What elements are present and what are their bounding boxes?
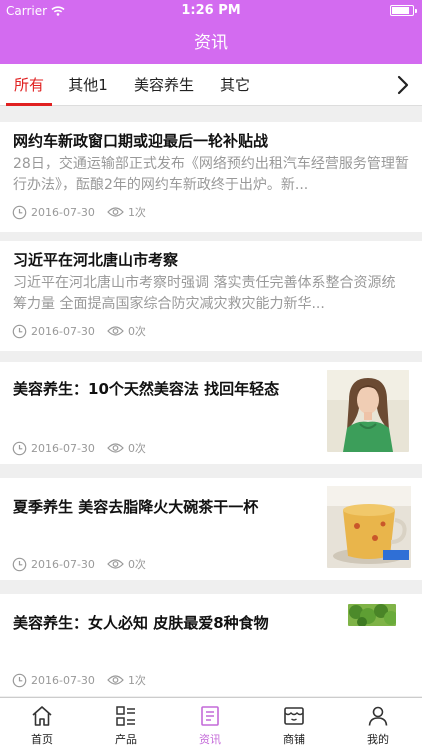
tabbar-label: 商铺 bbox=[283, 733, 305, 746]
store-icon bbox=[284, 707, 304, 725]
category-tabs: 所有 其他1 美容养生 其它 bbox=[0, 64, 422, 106]
tab-other1[interactable]: 其他1 bbox=[68, 64, 108, 106]
clock-icon bbox=[12, 673, 27, 687]
nav-bar: 资讯 bbox=[0, 22, 422, 64]
eye-icon bbox=[107, 559, 124, 569]
article-views: 1次 bbox=[127, 206, 146, 219]
article-views: 0次 bbox=[127, 442, 146, 455]
home-icon bbox=[32, 706, 52, 726]
eye-icon bbox=[107, 443, 124, 453]
status-time: 1:26 PM bbox=[181, 3, 241, 18]
article-date: 2016-07-30 bbox=[31, 324, 95, 338]
article-meta: 2016-07-30 0次 bbox=[12, 556, 146, 572]
article-title: 夏季养生 美容去脂降火大碗茶干一杯 bbox=[13, 498, 259, 516]
article-meta: 2016-07-30 1次 bbox=[12, 672, 146, 688]
article-views: 0次 bbox=[127, 558, 146, 571]
article-views: 1次 bbox=[127, 674, 146, 687]
article-date: 2016-07-30 bbox=[31, 557, 95, 571]
article-title: 美容养生：女人必知 皮肤最爱8种食物 bbox=[13, 614, 269, 632]
user-icon bbox=[368, 706, 388, 726]
clock-icon bbox=[12, 324, 27, 338]
article-date: 2016-07-30 bbox=[31, 673, 95, 687]
glass-of-tea-photo bbox=[327, 486, 411, 568]
tabbar-item-profile[interactable]: 我的 bbox=[336, 698, 420, 750]
article-title: 美容养生：10个天然美容法 找回年轻态 bbox=[13, 380, 280, 398]
page-title: 资讯 bbox=[194, 33, 228, 53]
bottom-tab-bar: 首页 产品 资讯 商铺 我的 bbox=[0, 697, 422, 750]
battery-level bbox=[392, 7, 409, 14]
woman-portrait-photo bbox=[327, 370, 409, 452]
battery-icon bbox=[390, 5, 417, 16]
article-meta: 2016-07-30 1次 bbox=[12, 204, 146, 220]
chevron-right-icon[interactable] bbox=[390, 72, 416, 98]
article-card[interactable]: 夏季养生 美容去脂降火大碗茶干一杯 2016-07-30 0次 bbox=[0, 478, 422, 580]
article-thumbnail bbox=[327, 370, 409, 452]
tab-label: 美容养生 bbox=[133, 76, 194, 94]
broccoli-photo bbox=[348, 604, 396, 626]
grid-list-icon bbox=[116, 706, 135, 726]
document-icon bbox=[201, 706, 219, 726]
tab-label: 所有 bbox=[14, 76, 45, 94]
article-card[interactable]: 网约车新政窗口期或迎最后一轮补贴战 28日，交通运输部正式发布《网络预约出租汽车… bbox=[0, 122, 422, 232]
tab-all[interactable]: 所有 bbox=[6, 64, 52, 106]
clock-icon bbox=[12, 205, 27, 219]
tabbar-label: 首页 bbox=[31, 733, 53, 746]
article-title: 网约车新政窗口期或迎最后一轮补贴战 bbox=[13, 132, 269, 150]
tabbar-item-news[interactable]: 资讯 bbox=[168, 698, 252, 750]
article-meta: 2016-07-30 0次 bbox=[12, 440, 146, 456]
tab-others[interactable]: 其它 bbox=[219, 64, 251, 106]
article-title: 习近平在河北唐山市考察 bbox=[13, 251, 179, 269]
article-card[interactable]: 习近平在河北唐山市考察 习近平在河北唐山市考察时强调 落实责任完善体系整合资源统… bbox=[0, 241, 422, 351]
article-summary: 习近平在河北唐山市考察时强调 落实责任完善体系整合资源统筹力量 全面提高国家综合… bbox=[13, 275, 396, 312]
article-thumbnail bbox=[348, 604, 396, 626]
active-tab-indicator bbox=[6, 103, 52, 106]
eye-icon bbox=[107, 675, 124, 685]
tab-label: 其他1 bbox=[68, 76, 108, 94]
tabbar-item-home[interactable]: 首页 bbox=[0, 698, 84, 750]
article-date: 2016-07-30 bbox=[31, 441, 95, 455]
tabbar-item-store[interactable]: 商铺 bbox=[252, 698, 336, 750]
status-bar: Carrier 1:26 PM bbox=[0, 0, 422, 22]
eye-icon bbox=[107, 207, 124, 217]
article-thumbnail bbox=[327, 486, 411, 568]
tabbar-label: 资讯 bbox=[199, 733, 221, 746]
tab-label: 其它 bbox=[219, 76, 250, 94]
article-card[interactable]: 美容养生：10个天然美容法 找回年轻态 2016-07-30 0次 bbox=[0, 362, 422, 464]
tabbar-label: 我的 bbox=[367, 733, 389, 746]
article-views: 0次 bbox=[127, 325, 146, 338]
tabbar-item-products[interactable]: 产品 bbox=[84, 698, 168, 750]
eye-icon bbox=[107, 326, 124, 336]
clock-icon bbox=[12, 441, 27, 455]
tab-beauty-health[interactable]: 美容养生 bbox=[133, 64, 195, 106]
article-meta: 2016-07-30 0次 bbox=[12, 323, 146, 339]
clock-icon bbox=[12, 557, 27, 571]
tabbar-label: 产品 bbox=[115, 733, 137, 746]
article-card[interactable]: 美容养生：女人必知 皮肤最爱8种食物 2016-07-30 1次 bbox=[0, 594, 422, 696]
article-summary: 28日，交通运输部正式发布《网络预约出租汽车经营服务管理暂行办法》，酝酿2年的网… bbox=[13, 156, 409, 193]
article-date: 2016-07-30 bbox=[31, 205, 95, 219]
